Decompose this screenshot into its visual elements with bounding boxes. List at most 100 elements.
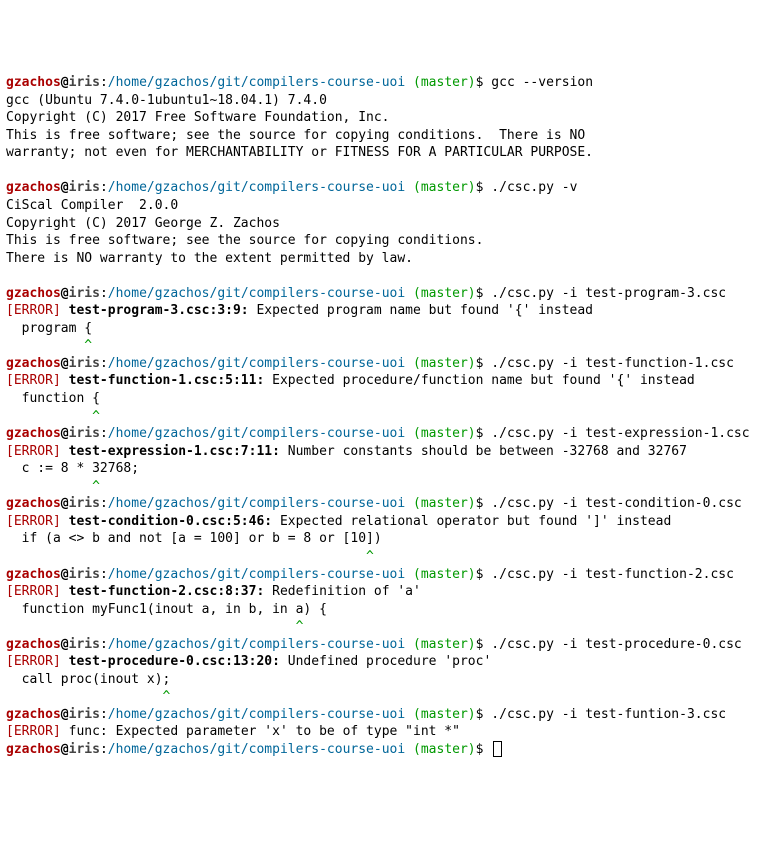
prompt-path: /home/gzachos/git/compilers-course-uoi — [108, 356, 405, 371]
prompt-user: gzachos — [6, 180, 61, 195]
prompt-branch: (master) — [413, 356, 476, 371]
prompt-sp — [405, 180, 413, 195]
prompt-at: @ — [61, 742, 69, 757]
prompt-sp — [405, 496, 413, 511]
error-caret-7: ^ — [6, 689, 170, 704]
cursor-icon[interactable] — [493, 741, 502, 757]
error-message-2: Expected program name but found '{' inst… — [249, 303, 593, 318]
terminal-output: gzachos@iris:/home/gzachos/git/compilers… — [6, 74, 768, 758]
command-1: ./csc.py -v — [491, 180, 577, 195]
prompt-sp — [405, 286, 413, 301]
command-0: gcc --version — [491, 75, 593, 90]
prompt-dollar: $ — [476, 180, 492, 195]
prompt-dollar: $ — [476, 567, 492, 582]
prompt-dollar: $ — [476, 426, 492, 441]
error-caret-2: ^ — [6, 338, 92, 353]
prompt-path: /home/gzachos/git/compilers-course-uoi — [108, 286, 405, 301]
prompt-at: @ — [61, 637, 69, 652]
prompt-host: iris — [69, 75, 100, 90]
prompt-colon: : — [100, 637, 108, 652]
error-location-6: test-function-2.csc:8:37: — [69, 584, 265, 599]
command-7: ./csc.py -i test-procedure-0.csc — [491, 637, 741, 652]
prompt-branch: (master) — [413, 426, 476, 441]
prompt-colon: : — [100, 707, 108, 722]
prompt-sp — [405, 567, 413, 582]
error-label-3: [ERROR] — [6, 373, 61, 388]
prompt-sp — [405, 356, 413, 371]
prompt-user: gzachos — [6, 637, 61, 652]
error-location-4: test-expression-1.csc:7:11: — [69, 444, 280, 459]
prompt-sp — [405, 637, 413, 652]
prompt-user: gzachos — [6, 742, 61, 757]
prompt-at: @ — [61, 180, 69, 195]
prompt-colon: : — [100, 742, 108, 757]
prompt-dollar: $ — [476, 286, 492, 301]
prompt-branch: (master) — [413, 75, 476, 90]
error-message-7: Undefined procedure 'proc' — [280, 654, 491, 669]
prompt-colon: : — [100, 567, 108, 582]
prompt-path: /home/gzachos/git/compilers-course-uoi — [108, 496, 405, 511]
prompt-host: iris — [69, 496, 100, 511]
prompt-at: @ — [61, 426, 69, 441]
error-context-5: if (a <> b and not [a = 100] or b = 8 or… — [6, 531, 382, 546]
prompt-path: /home/gzachos/git/compilers-course-uoi — [108, 637, 405, 652]
error-message-3: Expected procedure/function name but fou… — [264, 373, 694, 388]
error-location-2: test-program-3.csc:3:9: — [69, 303, 249, 318]
error-context-3: function { — [6, 391, 100, 406]
error-caret-5: ^ — [6, 549, 374, 564]
command-4: ./csc.py -i test-expression-1.csc — [491, 426, 749, 441]
error-label-8: [ERROR] — [6, 724, 61, 739]
error-label-5: [ERROR] — [6, 514, 61, 529]
prompt-dollar: $ — [476, 356, 492, 371]
prompt-colon: : — [100, 180, 108, 195]
prompt-at: @ — [61, 707, 69, 722]
error-context-4: c := 8 * 32768; — [6, 461, 139, 476]
prompt-user: gzachos — [6, 707, 61, 722]
error-label-2: [ERROR] — [6, 303, 61, 318]
error-context-7: call proc(inout x); — [6, 672, 170, 687]
error-caret-3: ^ — [6, 409, 100, 424]
error-location-7: test-procedure-0.csc:13:20: — [69, 654, 280, 669]
prompt-colon: : — [100, 496, 108, 511]
prompt-at: @ — [61, 496, 69, 511]
error-label-7: [ERROR] — [6, 654, 61, 669]
prompt-branch: (master) — [413, 637, 476, 652]
error-location-3: test-function-1.csc:5:11: — [69, 373, 265, 388]
error-location-8: func: — [69, 724, 108, 739]
output-block-0: gcc (Ubuntu 7.4.0-1ubuntu1~18.04.1) 7.4.… — [6, 93, 593, 161]
error-message-5: Expected relational operator but found '… — [272, 514, 671, 529]
prompt-branch: (master) — [413, 496, 476, 511]
error-context-6: function myFunc1(inout a, in b, in a) { — [6, 602, 327, 617]
prompt-path: /home/gzachos/git/compilers-course-uoi — [108, 567, 405, 582]
error-caret-6: ^ — [6, 619, 303, 634]
error-message-4: Number constants should be between -3276… — [280, 444, 687, 459]
command-6: ./csc.py -i test-function-2.csc — [491, 567, 734, 582]
prompt-path: /home/gzachos/git/compilers-course-uoi — [108, 742, 405, 757]
command-3: ./csc.py -i test-function-1.csc — [491, 356, 734, 371]
prompt-path: /home/gzachos/git/compilers-course-uoi — [108, 707, 405, 722]
prompt-host: iris — [69, 742, 100, 757]
error-label-4: [ERROR] — [6, 444, 61, 459]
prompt-host: iris — [69, 426, 100, 441]
prompt-user: gzachos — [6, 356, 61, 371]
prompt-host: iris — [69, 180, 100, 195]
prompt-sp — [405, 426, 413, 441]
prompt-path: /home/gzachos/git/compilers-course-uoi — [108, 75, 405, 90]
prompt-host: iris — [69, 567, 100, 582]
prompt-user: gzachos — [6, 286, 61, 301]
error-location-5: test-condition-0.csc:5:46: — [69, 514, 273, 529]
prompt-sp — [405, 707, 413, 722]
prompt-at: @ — [61, 356, 69, 371]
prompt-user: gzachos — [6, 426, 61, 441]
prompt-at: @ — [61, 567, 69, 582]
error-message-8: Expected parameter 'x' to be of type "in… — [108, 724, 460, 739]
prompt-dollar: $ — [476, 637, 492, 652]
prompt-host: iris — [69, 356, 100, 371]
error-label-6: [ERROR] — [6, 584, 61, 599]
prompt-user: gzachos — [6, 496, 61, 511]
prompt-colon: : — [100, 286, 108, 301]
prompt-dollar: $ — [476, 496, 492, 511]
error-context-2: program { — [6, 321, 92, 336]
prompt-dollar: $ — [476, 707, 492, 722]
prompt-branch: (master) — [413, 286, 476, 301]
